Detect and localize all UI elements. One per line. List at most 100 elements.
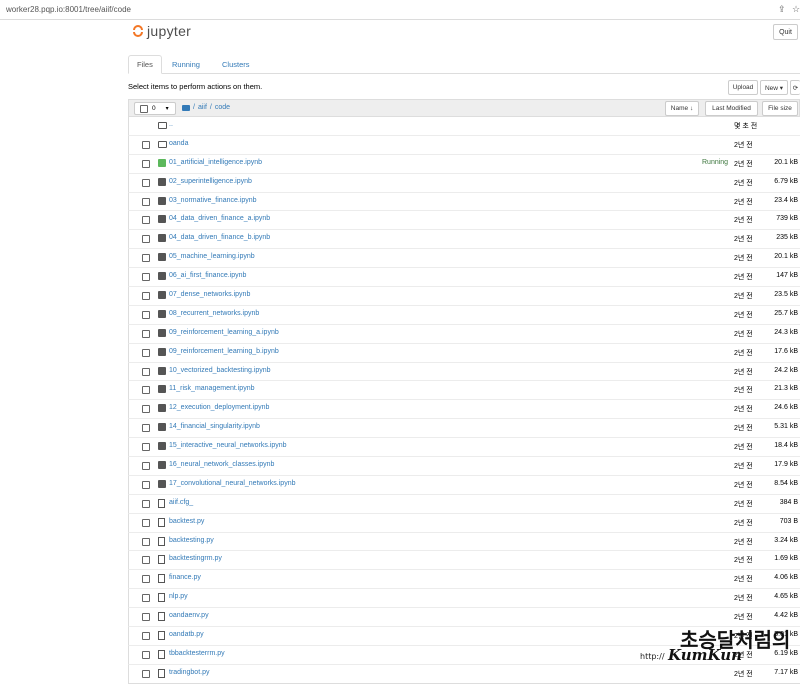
row-checkbox[interactable]	[142, 235, 150, 244]
row-checkbox[interactable]	[142, 292, 150, 301]
list-item[interactable]: oanda 2년 전	[128, 135, 800, 155]
list-item[interactable]: .. 몇 초 전	[128, 117, 800, 136]
row-checkbox[interactable]	[142, 480, 150, 489]
url-text[interactable]: worker28.pqp.io:8001/tree/aiif/code	[6, 5, 131, 14]
list-item[interactable]: 15_interactive_neural_networks.ipynb 2년 전…	[128, 438, 800, 458]
item-name-link[interactable]: 14_financial_singularity.ipynb	[169, 423, 260, 430]
bookmark-icon[interactable]: ☆	[792, 4, 800, 15]
row-checkbox[interactable]	[142, 405, 150, 414]
quit-button[interactable]: Quit	[773, 24, 798, 40]
item-name-link[interactable]: 12_execution_deployment.ipynb	[169, 404, 269, 411]
list-item[interactable]: 06_ai_first_finance.ipynb 2년 전 147 kB	[128, 268, 800, 288]
item-name-link[interactable]: aiif.cfg_	[169, 499, 193, 506]
list-item[interactable]: 09_reinforcement_learning_a.ipynb 2년 전 24.…	[128, 324, 800, 344]
list-item[interactable]: 04_data_driven_finance_b.ipynb 2년 전 235 kB	[128, 230, 800, 250]
row-checkbox[interactable]	[142, 594, 150, 603]
row-checkbox[interactable]	[142, 424, 150, 433]
item-name-link[interactable]: 11_risk_management.ipynb	[169, 385, 254, 392]
list-item[interactable]: 04_data_driven_finance_a.ipynb 2년 전 739 kB	[128, 211, 800, 231]
address-bar[interactable]: worker28.pqp.io:8001/tree/aiif/code ⇪ ☆	[0, 0, 800, 20]
sort-last-modified-button[interactable]: Last Modified	[705, 101, 758, 116]
row-checkbox[interactable]	[142, 613, 150, 622]
tab-running[interactable]: Running	[164, 55, 208, 74]
list-item[interactable]: 10_vectorized_backtesting.ipynb 2년 전 24.2 …	[128, 362, 800, 382]
row-checkbox[interactable]	[142, 348, 150, 357]
row-checkbox[interactable]	[142, 140, 150, 149]
item-name-link[interactable]: 05_machine_learning.ipynb	[169, 253, 255, 260]
row-checkbox[interactable]	[142, 575, 150, 584]
row-checkbox[interactable]	[142, 254, 150, 263]
share-icon[interactable]: ⇪	[778, 4, 786, 15]
list-item[interactable]: 14_financial_singularity.ipynb 2년 전 5.31 k…	[128, 419, 800, 439]
sort-file-size-button[interactable]: File size	[762, 101, 798, 116]
jupyter-logo[interactable]: jupyter	[132, 23, 191, 39]
chevron-down-icon[interactable]: ▾	[166, 105, 169, 112]
list-item[interactable]: 02_superintelligence.ipynb 2년 전 6.79 kB	[128, 173, 800, 193]
list-item[interactable]: backtestingrm.py 2년 전 1.69 kB	[128, 551, 800, 571]
item-name-link[interactable]: 16_neural_network_classes.ipynb	[169, 461, 274, 468]
item-name-link[interactable]: 17_convolutional_neural_networks.ipynb	[169, 480, 295, 487]
row-checkbox[interactable]	[142, 650, 150, 659]
list-item[interactable]: 08_recurrent_networks.ipynb 2년 전 25.7 kB	[128, 305, 800, 325]
row-checkbox[interactable]	[142, 310, 150, 319]
row-checkbox[interactable]	[142, 273, 150, 282]
row-checkbox[interactable]	[142, 462, 150, 471]
tab-files[interactable]: Files	[128, 55, 162, 74]
item-name-link[interactable]: 01_artificial_intelligence.ipynb	[169, 159, 262, 166]
item-name-link[interactable]: tradingbot.py	[169, 669, 209, 676]
row-checkbox[interactable]	[142, 669, 150, 678]
item-name-link[interactable]: backtesting.py	[169, 537, 214, 544]
list-item[interactable]: backtest.py 2년 전 703 B	[128, 513, 800, 533]
list-item[interactable]: 12_execution_deployment.ipynb 2년 전 24.6 kB	[128, 400, 800, 420]
sort-name-button[interactable]: Name ↓	[665, 101, 699, 116]
item-name-link[interactable]: 04_data_driven_finance_b.ipynb	[169, 234, 270, 241]
list-item[interactable]: 03_normative_finance.ipynb 2년 전 23.4 kB	[128, 192, 800, 212]
item-name-link[interactable]: oanda	[169, 140, 188, 147]
refresh-icon[interactable]: ⟳	[790, 80, 800, 95]
row-checkbox[interactable]	[142, 537, 150, 546]
tab-clusters[interactable]: Clusters	[214, 55, 258, 74]
row-checkbox[interactable]	[142, 329, 150, 338]
row-checkbox[interactable]	[142, 367, 150, 376]
item-name-link[interactable]: 03_normative_finance.ipynb	[169, 197, 257, 204]
row-checkbox[interactable]	[142, 178, 150, 187]
item-name-link[interactable]: finance.py	[169, 574, 201, 581]
row-checkbox[interactable]	[142, 499, 150, 508]
item-name-link[interactable]: tbbacktesterrm.py	[169, 650, 225, 657]
row-checkbox[interactable]	[142, 556, 150, 565]
list-item[interactable]: backtesting.py 2년 전 3.24 kB	[128, 532, 800, 552]
row-checkbox[interactable]	[142, 443, 150, 452]
select-all-dropdown[interactable]: 0 ▾	[134, 102, 176, 115]
item-name-link[interactable]: 07_dense_networks.ipynb	[169, 291, 250, 298]
item-name-link[interactable]: oandaenv.py	[169, 612, 209, 619]
list-item[interactable]: 16_neural_network_classes.ipynb 2년 전 17.9 …	[128, 457, 800, 476]
item-name-link[interactable]: 15_interactive_neural_networks.ipynb	[169, 442, 287, 449]
item-name-link[interactable]: backtestingrm.py	[169, 555, 222, 562]
breadcrumb-code[interactable]: code	[215, 104, 230, 111]
item-name-link[interactable]: nlp.py	[169, 593, 188, 600]
new-button[interactable]: New ▾	[760, 80, 788, 95]
item-name-link[interactable]: 04_data_driven_finance_a.ipynb	[169, 215, 270, 222]
item-name-link[interactable]: 10_vectorized_backtesting.ipynb	[169, 367, 271, 374]
list-item[interactable]: 07_dense_networks.ipynb 2년 전 23.5 kB	[128, 287, 800, 306]
list-item[interactable]: aiif.cfg_ 2년 전 384 B	[128, 494, 800, 514]
upload-button[interactable]: Upload	[728, 80, 758, 95]
row-checkbox[interactable]	[142, 386, 150, 395]
item-name-link[interactable]: backtest.py	[169, 518, 204, 525]
row-checkbox[interactable]	[142, 197, 150, 206]
select-all-checkbox[interactable]	[140, 104, 148, 113]
list-item[interactable]: 17_convolutional_neural_networks.ipynb 2년…	[128, 475, 800, 495]
row-checkbox[interactable]	[142, 518, 150, 527]
breadcrumb-aiif[interactable]: aiif	[198, 104, 207, 111]
item-name-link[interactable]: 08_recurrent_networks.ipynb	[169, 310, 259, 317]
item-name-link[interactable]: 09_reinforcement_learning_b.ipynb	[169, 348, 279, 355]
list-item[interactable]: 11_risk_management.ipynb 2년 전 21.3 kB	[128, 381, 800, 401]
row-checkbox[interactable]	[142, 216, 150, 225]
list-item[interactable]: nlp.py 2년 전 4.65 kB	[128, 589, 800, 609]
list-item[interactable]: finance.py 2년 전 4.06 kB	[128, 570, 800, 590]
item-name-link[interactable]: 02_superintelligence.ipynb	[169, 178, 252, 185]
item-name-link[interactable]: 06_ai_first_finance.ipynb	[169, 272, 246, 279]
row-checkbox[interactable]	[142, 632, 150, 641]
list-item[interactable]: 09_reinforcement_learning_b.ipynb 2년 전 17.…	[128, 343, 800, 363]
item-name-link[interactable]: oandatb.py	[169, 631, 204, 638]
